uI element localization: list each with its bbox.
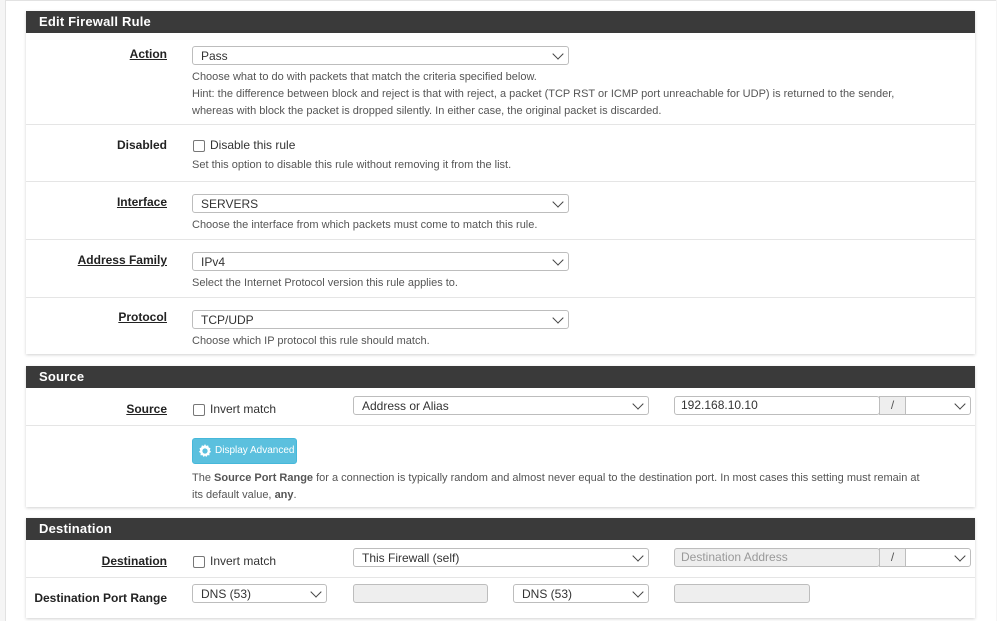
edit-rule-panel: Edit Firewall Rule Action Pass Choose wh… [26,11,975,354]
source-advanced-row: Display Advanced The Source Port Range f… [26,425,975,508]
destination-type-value: This Firewall (self) [362,551,460,565]
destination-to-port-custom-input[interactable] [674,584,810,603]
source-label: Source [126,402,167,416]
chevron-down-icon [632,550,644,562]
display-advanced-button[interactable]: Display Advanced [192,438,297,464]
interface-select-value: SERVERS [201,197,259,211]
source-address-input[interactable]: 192.168.10.10 [674,396,880,415]
chevron-down-icon [632,398,644,410]
chevron-down-icon [310,586,322,598]
help-bold-text: Source Port Range [214,472,314,484]
source-address-value: 192.168.10.10 [681,398,758,412]
destination-to-port-select[interactable]: DNS (53) [513,584,649,603]
destination-port-row: Destination Port Range DNS (53) DNS (53) [26,577,975,619]
source-type-value: Address or Alias [362,399,449,413]
destination-from-port-custom-input[interactable] [353,584,488,603]
action-help-line1: Choose what to do with packets that matc… [192,71,537,83]
destination-address-input[interactable]: Destination Address [674,548,880,567]
action-row: Action Pass Choose what to do with packe… [26,33,975,124]
help-text: The [192,472,215,484]
source-port-help-line1: The Source Port Range for a connection i… [192,470,972,487]
address-family-help: Select the Internet Protocol version thi… [192,277,458,289]
destination-mask-select[interactable] [905,548,971,567]
help-bold-text: any [274,489,294,501]
gear-icon [198,444,212,458]
source-panel-title: Source [26,366,975,388]
help-text: its default value, [192,489,275,501]
destination-row: Destination Invert match This Firewall (… [26,540,975,577]
destination-address-placeholder: Destination Address [681,550,788,564]
disable-rule-checkbox-label[interactable]: Disable this rule [210,138,295,152]
protocol-row: Protocol TCP/UDP Choose which IP protoco… [26,297,975,355]
address-family-select-value: IPv4 [201,255,226,269]
help-text: for a connection is typically random and… [313,472,920,484]
source-mask-select[interactable] [905,396,971,415]
protocol-help: Choose which IP protocol this rule shoul… [192,335,430,347]
source-invert-checkbox[interactable] [193,404,205,416]
destination-from-port-value: DNS (53) [201,587,252,601]
source-port-help: The Source Port Range for a connection i… [192,470,972,504]
interface-help: Choose the interface from which packets … [192,219,538,231]
chevron-down-icon [552,48,564,60]
destination-panel-title: Destination [26,518,975,540]
chevron-down-icon [954,398,966,410]
destination-label: Destination [101,554,167,568]
source-port-help-line2: its default value, any. [192,487,972,504]
interface-row: Interface SERVERS Choose the interface f… [26,181,975,240]
disabled-row: Disabled Disable this rule Set this opti… [26,124,975,182]
chevron-down-icon [552,196,564,208]
address-family-row: Address Family IPv4 Select the Internet … [26,239,975,298]
help-text: . [293,489,297,501]
chevron-down-icon [552,254,564,266]
destination-panel: Destination Destination Invert match Thi… [26,518,975,618]
destination-type-select[interactable]: This Firewall (self) [353,548,649,567]
source-invert-label[interactable]: Invert match [210,402,276,416]
destination-invert-checkbox[interactable] [193,556,205,568]
address-family-label: Address Family [77,253,167,267]
destination-port-range-label: Destination Port Range [34,591,167,605]
disabled-label: Disabled [116,138,167,152]
address-family-select[interactable]: IPv4 [192,252,569,271]
source-mask-slash: / [879,396,906,415]
protocol-select-value: TCP/UDP [201,313,254,327]
interface-label: Interface [116,195,167,209]
protocol-select[interactable]: TCP/UDP [192,310,569,329]
action-select-value: Pass [201,49,228,63]
action-help-line2: Hint: the difference between block and r… [192,88,895,100]
disabled-help: Set this option to disable this rule wit… [192,159,512,171]
action-help-line3: whereas with block the packet is dropped… [192,105,662,117]
destination-mask-slash: / [879,548,906,567]
source-panel: Source Source Invert match Address or Al… [26,366,975,507]
source-type-select[interactable]: Address or Alias [353,396,649,415]
destination-from-port-select[interactable]: DNS (53) [192,584,327,603]
chevron-down-icon [552,312,564,324]
chevron-down-icon [632,586,644,598]
chevron-down-icon [954,550,966,562]
interface-select[interactable]: SERVERS [192,194,569,213]
destination-invert-label[interactable]: Invert match [210,554,276,568]
action-select[interactable]: Pass [192,46,569,65]
protocol-label: Protocol [118,310,167,324]
panel-title: Edit Firewall Rule [26,11,975,33]
display-advanced-label: Display Advanced [215,445,295,456]
source-row: Source Invert match Address or Alias 192… [26,388,975,425]
disable-rule-checkbox[interactable] [193,140,205,152]
action-label: Action [129,47,167,61]
destination-to-port-value: DNS (53) [522,587,573,601]
action-help: Choose what to do with packets that matc… [192,69,952,120]
